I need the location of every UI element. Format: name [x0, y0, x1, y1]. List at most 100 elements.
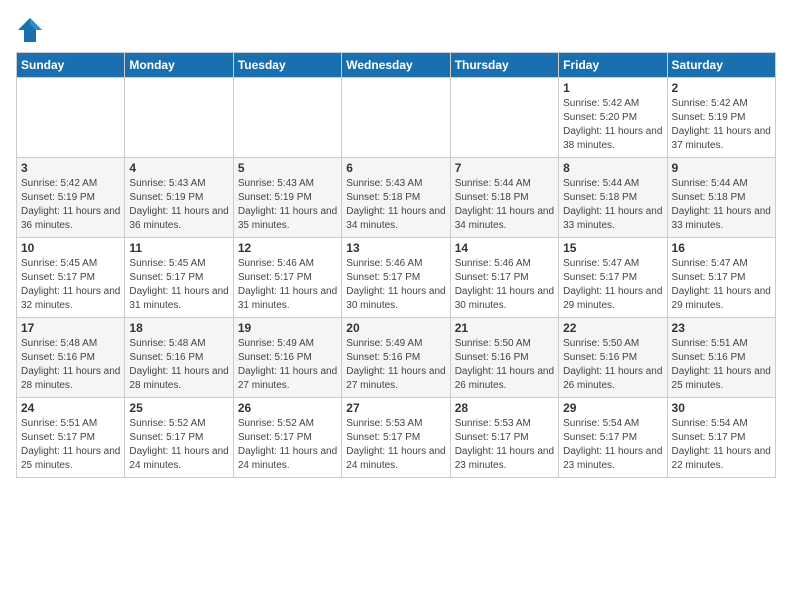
weekday-header-saturday: Saturday	[667, 53, 775, 78]
day-info: Sunrise: 5:46 AM Sunset: 5:17 PM Dayligh…	[346, 257, 445, 313]
day-number: 11	[129, 241, 228, 255]
calendar-cell: 15 Sunrise: 5:47 AM Sunset: 5:17 PM Dayli…	[559, 238, 667, 318]
calendar-week-row: 1 Sunrise: 5:42 AM Sunset: 5:20 PM Daylig…	[17, 78, 776, 158]
calendar-cell	[17, 78, 125, 158]
day-number: 21	[455, 321, 554, 335]
day-number: 7	[455, 161, 554, 175]
day-number: 25	[129, 401, 228, 415]
day-info: Sunrise: 5:42 AM Sunset: 5:20 PM Dayligh…	[563, 97, 662, 153]
day-number: 26	[238, 401, 337, 415]
weekday-header-thursday: Thursday	[450, 53, 558, 78]
day-info: Sunrise: 5:44 AM Sunset: 5:18 PM Dayligh…	[563, 177, 662, 233]
calendar-cell: 4Sunrise: 5:43 AM Sunset: 5:19 PM Daylig…	[125, 158, 233, 238]
day-number: 13	[346, 241, 445, 255]
day-info: Sunrise: 5:49 AM Sunset: 5:16 PM Dayligh…	[238, 337, 337, 393]
day-info: Sunrise: 5:50 AM Sunset: 5:16 PM Dayligh…	[455, 337, 554, 393]
day-number: 1	[563, 81, 662, 95]
calendar-cell: 10 Sunrise: 5:45 AM Sunset: 5:17 PM Dayli…	[17, 238, 125, 318]
calendar-week-row: 24Sunrise: 5:51 AM Sunset: 5:17 PM Dayli…	[17, 398, 776, 478]
calendar-week-row: 10 Sunrise: 5:45 AM Sunset: 5:17 PM Dayli…	[17, 238, 776, 318]
day-info: Sunrise: 5:52 AM Sunset: 5:17 PM Dayligh…	[238, 417, 337, 473]
calendar-cell: 21 Sunrise: 5:50 AM Sunset: 5:16 PM Dayli…	[450, 318, 558, 398]
day-info: Sunrise: 5:54 AM Sunset: 5:17 PM Dayligh…	[672, 417, 771, 473]
day-number: 12	[238, 241, 337, 255]
calendar-cell: 28 Sunrise: 5:53 AM Sunset: 5:17 PM Dayli…	[450, 398, 558, 478]
day-number: 19	[238, 321, 337, 335]
weekday-header-monday: Monday	[125, 53, 233, 78]
calendar-cell: 29 Sunrise: 5:54 AM Sunset: 5:17 PM Dayli…	[559, 398, 667, 478]
weekday-header-row: SundayMondayTuesdayWednesdayThursdayFrid…	[17, 53, 776, 78]
day-info: Sunrise: 5:43 AM Sunset: 5:19 PM Dayligh…	[238, 177, 337, 233]
day-info: Sunrise: 5:47 AM Sunset: 5:17 PM Dayligh…	[563, 257, 662, 313]
weekday-header-friday: Friday	[559, 53, 667, 78]
page-header	[16, 16, 776, 44]
day-info: Sunrise: 5:42 AM Sunset: 5:19 PM Dayligh…	[672, 97, 771, 153]
calendar-cell: 5 Sunrise: 5:43 AM Sunset: 5:19 PM Daylig…	[233, 158, 341, 238]
day-number: 14	[455, 241, 554, 255]
calendar-cell: 14 Sunrise: 5:46 AM Sunset: 5:17 PM Dayli…	[450, 238, 558, 318]
calendar-cell: 1 Sunrise: 5:42 AM Sunset: 5:20 PM Daylig…	[559, 78, 667, 158]
calendar-cell	[450, 78, 558, 158]
calendar-cell: 26 Sunrise: 5:52 AM Sunset: 5:17 PM Dayli…	[233, 398, 341, 478]
calendar-cell: 17Sunrise: 5:48 AM Sunset: 5:16 PM Dayli…	[17, 318, 125, 398]
calendar-cell: 25Sunrise: 5:52 AM Sunset: 5:17 PM Dayli…	[125, 398, 233, 478]
calendar-cell: 16 Sunrise: 5:47 AM Sunset: 5:17 PM Dayli…	[667, 238, 775, 318]
day-number: 16	[672, 241, 771, 255]
calendar-cell: 2Sunrise: 5:42 AM Sunset: 5:19 PM Daylig…	[667, 78, 775, 158]
day-number: 5	[238, 161, 337, 175]
day-number: 28	[455, 401, 554, 415]
day-info: Sunrise: 5:50 AM Sunset: 5:16 PM Dayligh…	[563, 337, 662, 393]
day-info: Sunrise: 5:48 AM Sunset: 5:16 PM Dayligh…	[129, 337, 228, 393]
calendar-cell: 9Sunrise: 5:44 AM Sunset: 5:18 PM Daylig…	[667, 158, 775, 238]
calendar-cell: 3 Sunrise: 5:42 AM Sunset: 5:19 PM Daylig…	[17, 158, 125, 238]
calendar-cell: 30 Sunrise: 5:54 AM Sunset: 5:17 PM Dayli…	[667, 398, 775, 478]
day-number: 3	[21, 161, 120, 175]
day-number: 18	[129, 321, 228, 335]
logo	[16, 16, 48, 44]
day-info: Sunrise: 5:42 AM Sunset: 5:19 PM Dayligh…	[21, 177, 120, 233]
calendar-cell: 20 Sunrise: 5:49 AM Sunset: 5:16 PM Dayli…	[342, 318, 450, 398]
calendar-cell	[125, 78, 233, 158]
calendar-cell: 13 Sunrise: 5:46 AM Sunset: 5:17 PM Dayli…	[342, 238, 450, 318]
day-info: Sunrise: 5:53 AM Sunset: 5:17 PM Dayligh…	[455, 417, 554, 473]
calendar-cell: 19 Sunrise: 5:49 AM Sunset: 5:16 PM Dayli…	[233, 318, 341, 398]
weekday-header-sunday: Sunday	[17, 53, 125, 78]
logo-icon	[16, 16, 44, 44]
day-number: 20	[346, 321, 445, 335]
calendar-week-row: 17 Sunrise: 5:48 AM Sunset: 5:16 PM Dayli…	[17, 318, 776, 398]
calendar-cell: 7 Sunrise: 5:44 AM Sunset: 5:18 PM Daylig…	[450, 158, 558, 238]
day-info: Sunrise: 5:43 AM Sunset: 5:18 PM Dayligh…	[346, 177, 445, 233]
day-number: 30	[672, 401, 771, 415]
day-info: Sunrise: 5:51 AM Sunset: 5:16 PM Dayligh…	[672, 337, 771, 393]
day-number: 6	[346, 161, 445, 175]
day-number: 8	[563, 161, 662, 175]
day-number: 15	[563, 241, 662, 255]
day-info: Sunrise: 5:46 AM Sunset: 5:17 PM Dayligh…	[455, 257, 554, 313]
day-number: 9	[672, 161, 771, 175]
calendar-cell: 24Sunrise: 5:51 AM Sunset: 5:17 PM Dayli…	[17, 398, 125, 478]
day-number: 29	[563, 401, 662, 415]
day-info: Sunrise: 5:47 AM Sunset: 5:17 PM Dayligh…	[672, 257, 771, 313]
day-info: Sunrise: 5:45 AM Sunset: 5:17 PM Dayligh…	[21, 257, 120, 313]
calendar-cell: 6 Sunrise: 5:43 AM Sunset: 5:18 PM Daylig…	[342, 158, 450, 238]
calendar-cell: 11 Sunrise: 5:45 AM Sunset: 5:17 PM Dayli…	[125, 238, 233, 318]
day-number: 23	[672, 321, 771, 335]
weekday-header-wednesday: Wednesday	[342, 53, 450, 78]
day-info: Sunrise: 5:44 AM Sunset: 5:18 PM Dayligh…	[455, 177, 554, 233]
calendar-cell	[233, 78, 341, 158]
day-info: Sunrise: 5:43 AM Sunset: 5:19 PM Dayligh…	[129, 177, 228, 233]
day-info: Sunrise: 5:46 AM Sunset: 5:17 PM Dayligh…	[238, 257, 337, 313]
day-number: 10	[21, 241, 120, 255]
calendar-cell: 22 Sunrise: 5:50 AM Sunset: 5:16 PM Dayli…	[559, 318, 667, 398]
day-info: Sunrise: 5:53 AM Sunset: 5:17 PM Dayligh…	[346, 417, 445, 473]
day-info: Sunrise: 5:54 AM Sunset: 5:17 PM Dayligh…	[563, 417, 662, 473]
day-info: Sunrise: 5:45 AM Sunset: 5:17 PM Dayligh…	[129, 257, 228, 313]
calendar-week-row: 3 Sunrise: 5:42 AM Sunset: 5:19 PM Daylig…	[17, 158, 776, 238]
calendar-cell: 23 Sunrise: 5:51 AM Sunset: 5:16 PM Dayli…	[667, 318, 775, 398]
day-number: 27	[346, 401, 445, 415]
day-number: 17	[21, 321, 120, 335]
day-info: Sunrise: 5:49 AM Sunset: 5:16 PM Dayligh…	[346, 337, 445, 393]
calendar-cell	[342, 78, 450, 158]
calendar-cell: 8 Sunrise: 5:44 AM Sunset: 5:18 PM Daylig…	[559, 158, 667, 238]
day-number: 22	[563, 321, 662, 335]
